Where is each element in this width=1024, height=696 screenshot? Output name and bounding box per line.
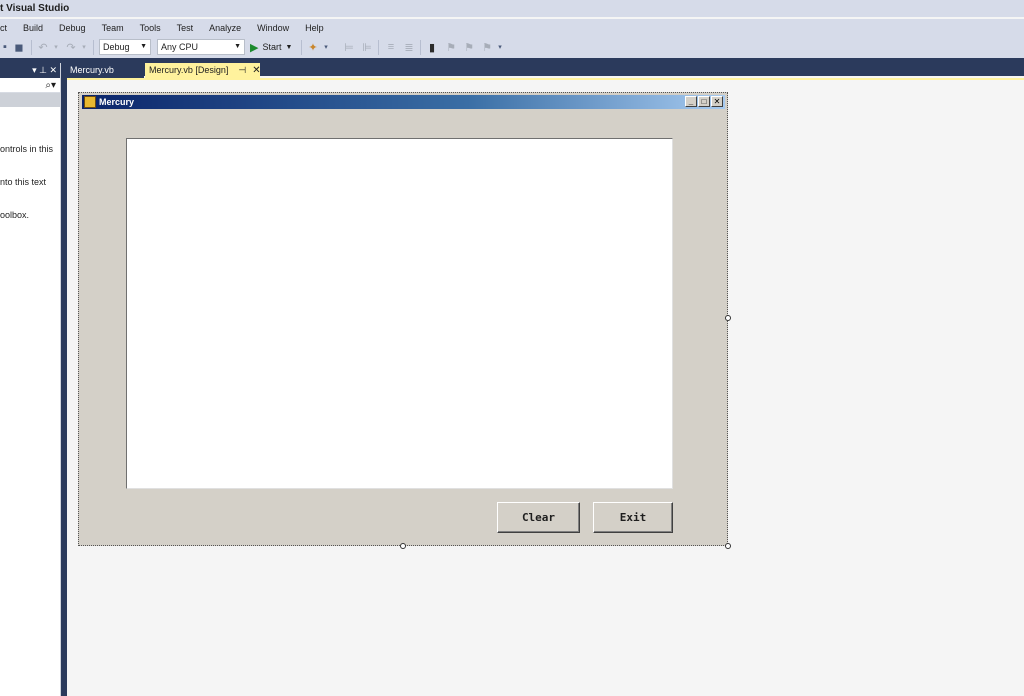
toolbox-panel: ▾ ⊥ ✕ ⌕▾ ontrols in this nto this text o… [0,63,61,696]
platform-value: Any CPU [161,42,199,52]
undo-dropdown-icon[interactable]: ▾ [52,39,60,55]
menu-tools[interactable]: Tools [132,23,169,33]
toolbar: ▪ ◼ ↶ ▾ ↷ ▾ Debug ▼ Any CPU ▼ ▶ Start ▼ … [0,37,1024,58]
save-icon[interactable]: ▪ [0,39,10,55]
maximize-icon[interactable]: □ [698,96,710,107]
browser-link-icon[interactable]: ✦ [306,39,320,55]
form-title: Mercury [99,97,135,107]
tab-label: Mercury.vb [Design] [149,65,229,75]
tab-mercury-vb[interactable]: Mercury.vb [66,63,144,78]
menu-debug[interactable]: Debug [51,23,94,33]
form-title-controls: _ □ ✕ [684,96,723,107]
redo-dropdown-icon[interactable]: ▾ [80,39,88,55]
align-left-icon[interactable]: ⊨ [342,39,356,55]
chevron-down-icon: ▼ [285,43,293,51]
toolbar-separator [31,40,32,55]
start-button[interactable]: ▶ Start ▼ [250,39,292,55]
start-label: Start [262,42,282,52]
exit-button[interactable]: Exit [593,502,673,533]
prev-bookmark-icon[interactable]: ⚑ [444,39,458,55]
tab-mercury-vb-design[interactable]: Mercury.vb [Design] ⊣ ✕ [145,63,261,78]
toolbar-separator [420,40,421,55]
toolbox-group-bar[interactable] [0,93,60,107]
configuration-combo[interactable]: Debug ▼ [99,39,151,55]
chevron-down-icon: ▼ [140,43,147,50]
tab-label: Mercury.vb [70,65,114,75]
clear-button[interactable]: Clear [497,502,580,533]
align-right-icon[interactable]: ⊫ [360,39,374,55]
toolbar-separator [301,40,302,55]
resize-handle-right[interactable] [725,315,731,321]
menu-test[interactable]: Test [169,23,202,33]
menu-help[interactable]: Help [297,23,332,33]
save-all-icon[interactable]: ◼ [12,39,26,55]
minimize-icon[interactable]: _ [685,96,697,107]
form-app-icon [84,96,96,108]
configuration-value: Debug [103,42,130,52]
menu-bar: ct Build Debug Team Tools Test Analyze W… [0,19,1024,37]
resize-handle-bottom[interactable] [400,543,406,549]
overflow-icon[interactable]: ▾ [322,39,330,55]
menu-window[interactable]: Window [249,23,297,33]
output-textbox[interactable] [126,138,673,489]
mercury-form[interactable]: Mercury _ □ ✕ Clear Exit [78,92,728,546]
bookmark-icon[interactable]: ▮ [426,39,438,55]
next-bookmark-icon[interactable]: ⚑ [462,39,476,55]
form-titlebar: Mercury _ □ ✕ [82,95,725,109]
menu-build[interactable]: Build [15,23,51,33]
pin-icon[interactable]: ⊣ [238,63,246,78]
chevron-down-icon: ▼ [234,43,241,50]
redo-icon[interactable]: ↷ [64,39,78,55]
uncomment-icon[interactable]: ≣ [402,39,416,55]
toolbar-separator [93,40,94,55]
play-icon: ▶ [250,41,259,54]
close-icon[interactable]: ✕ [252,63,260,78]
menu-team[interactable]: Team [94,23,132,33]
search-icon[interactable]: ⌕▾ [0,78,60,93]
close-icon[interactable]: ✕ [711,96,723,107]
toolbar-separator [378,40,379,55]
toolbox-message-line: nto this text [0,177,47,187]
overflow-icon[interactable]: ▾ [496,39,504,55]
platform-combo[interactable]: Any CPU ▼ [157,39,245,55]
window-title: t Visual Studio [0,0,1024,17]
menu-analyze[interactable]: Analyze [201,23,249,33]
menu-project[interactable]: ct [0,23,15,33]
toolbox-message-line: ontrols in this [0,144,54,154]
toolbox-message-line: oolbox. [0,210,30,220]
toolbox-header-controls[interactable]: ▾ ⊥ ✕ [0,63,60,78]
resize-handle-corner[interactable] [725,543,731,549]
comment-icon[interactable]: ≡ [384,39,398,55]
clear-bookmarks-icon[interactable]: ⚑ [480,39,494,55]
toolbox-empty-message: ontrols in this nto this text oolbox. [0,122,60,243]
undo-icon[interactable]: ↶ [36,39,50,55]
